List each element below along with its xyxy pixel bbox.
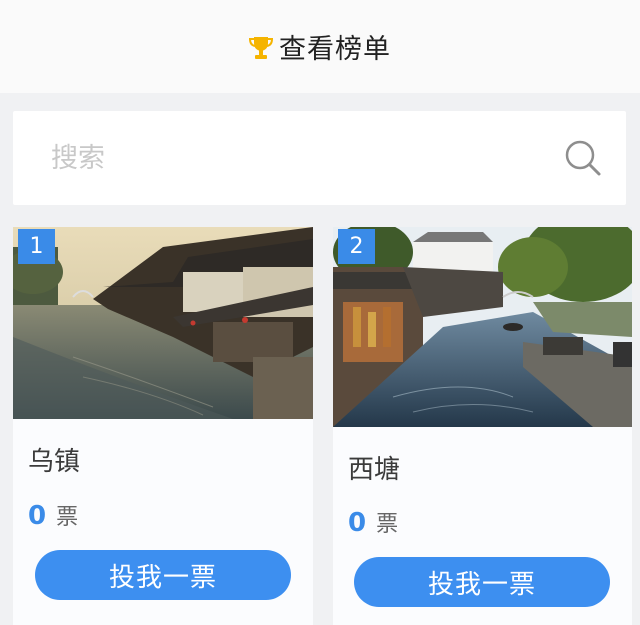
rank-badge: 2 — [338, 229, 375, 264]
candidate-name: 西塘 — [348, 455, 401, 485]
search-bar — [13, 111, 626, 205]
vote-count: 0 票 — [348, 506, 398, 538]
trophy-icon — [249, 36, 273, 59]
search-input[interactable] — [51, 142, 511, 174]
header-bar: 查看榜单 — [0, 0, 640, 93]
page-title: 查看榜单 — [279, 34, 391, 65]
candidate-name: 乌镇 — [28, 447, 81, 477]
vote-unit: 票 — [376, 512, 399, 537]
vote-count-value: 0 — [348, 508, 367, 538]
vote-count-value: 0 — [28, 501, 47, 531]
candidate-card: 2 西塘 0 票 投我一票 — [333, 227, 632, 625]
vote-count: 0 票 — [28, 499, 78, 531]
vote-button[interactable]: 投我一票 — [35, 550, 291, 600]
vote-unit: 票 — [56, 505, 79, 530]
search-icon[interactable] — [563, 138, 603, 178]
vote-button[interactable]: 投我一票 — [354, 557, 610, 607]
candidate-card: 1 乌镇 0 票 投我一票 — [13, 227, 313, 625]
rank-badge: 1 — [18, 229, 55, 264]
candidate-photo: 2 — [333, 227, 632, 427]
candidate-photo: 1 — [13, 227, 313, 419]
